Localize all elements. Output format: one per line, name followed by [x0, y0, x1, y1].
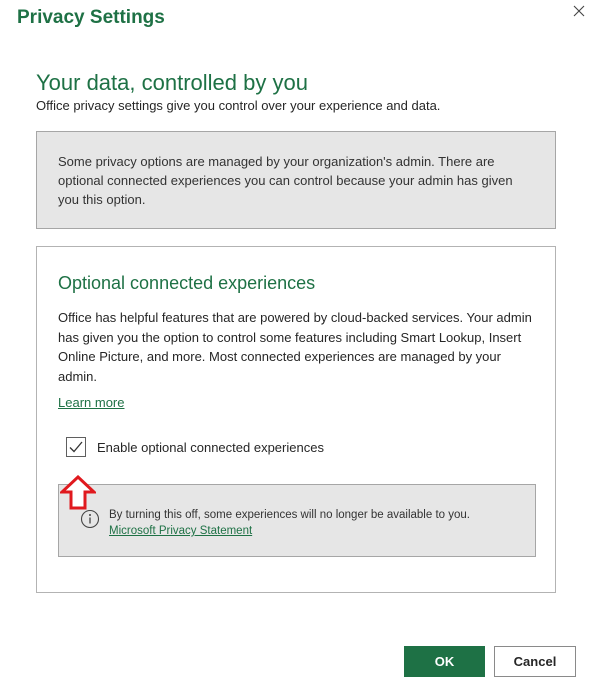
info-box: By turning this off, some experiences wi…: [58, 484, 536, 557]
info-text-block: By turning this off, some experiences wi…: [109, 507, 470, 539]
panel-description: Office has helpful features that are pow…: [58, 310, 532, 384]
privacy-statement-link[interactable]: Microsoft Privacy Statement: [109, 525, 252, 537]
learn-more-link[interactable]: Learn more: [58, 395, 124, 410]
optional-experiences-panel: Optional connected experiences Office ha…: [36, 246, 556, 593]
panel-title: Optional connected experiences: [58, 273, 316, 293]
ok-button[interactable]: OK: [404, 646, 485, 677]
red-up-arrow-icon: [60, 475, 96, 510]
page-subheading: Office privacy settings give you control…: [36, 98, 441, 113]
cancel-button[interactable]: Cancel: [494, 646, 576, 677]
privacy-settings-dialog: Privacy Settings Your data, controlled b…: [0, 0, 596, 692]
info-text: By turning this off, some experiences wi…: [109, 509, 470, 521]
enable-experiences-checkbox-row[interactable]: Enable optional connected experiences: [66, 437, 324, 457]
close-button[interactable]: [568, 0, 590, 22]
info-icon: [80, 509, 100, 529]
admin-note-text: Some privacy options are managed by your…: [58, 154, 513, 207]
close-icon: [573, 5, 585, 17]
checkmark-icon: [69, 441, 83, 453]
checkbox-label: Enable optional connected experiences: [97, 439, 324, 455]
admin-managed-note: Some privacy options are managed by your…: [36, 131, 556, 229]
enable-experiences-checkbox[interactable]: [66, 437, 86, 457]
dialog-title: Privacy Settings: [17, 7, 165, 28]
page-heading: Your data, controlled by you: [36, 70, 308, 95]
